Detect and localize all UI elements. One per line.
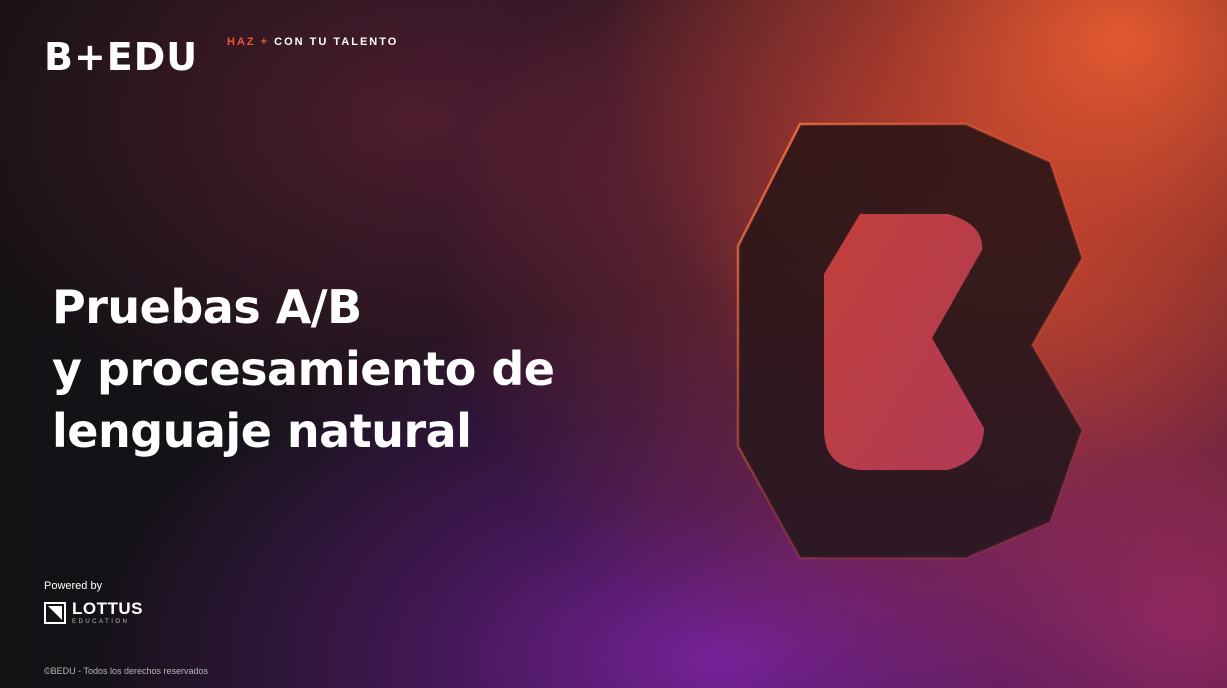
- copyright-text: ©BEDU - Todos los derechos reservados: [44, 666, 209, 676]
- title-line-2: y procesamiento de: [52, 342, 555, 396]
- powered-by-label: Powered by: [44, 580, 103, 592]
- b-monogram-icon: [736, 122, 1084, 560]
- title-line-1: Pruebas A/B: [52, 280, 362, 334]
- title-line-3: lenguaje natural: [52, 404, 472, 458]
- lottus-logo-icon: [44, 601, 66, 624]
- slide-title: Pruebas A/B y procesamiento de lenguaje …: [52, 276, 555, 462]
- tagline-accent: HAZ +: [227, 36, 270, 48]
- tagline: HAZ + CON TU TALENTO: [227, 36, 398, 48]
- lottus-name: LOTTUS: [72, 599, 143, 618]
- bedu-logo: B+EDU: [44, 35, 199, 79]
- tagline-text: CON TU TALENTO: [274, 36, 399, 48]
- lottus-subtitle: EDUCATION: [72, 619, 130, 625]
- lottus-logo: LOTTUS EDUCATION: [44, 600, 143, 625]
